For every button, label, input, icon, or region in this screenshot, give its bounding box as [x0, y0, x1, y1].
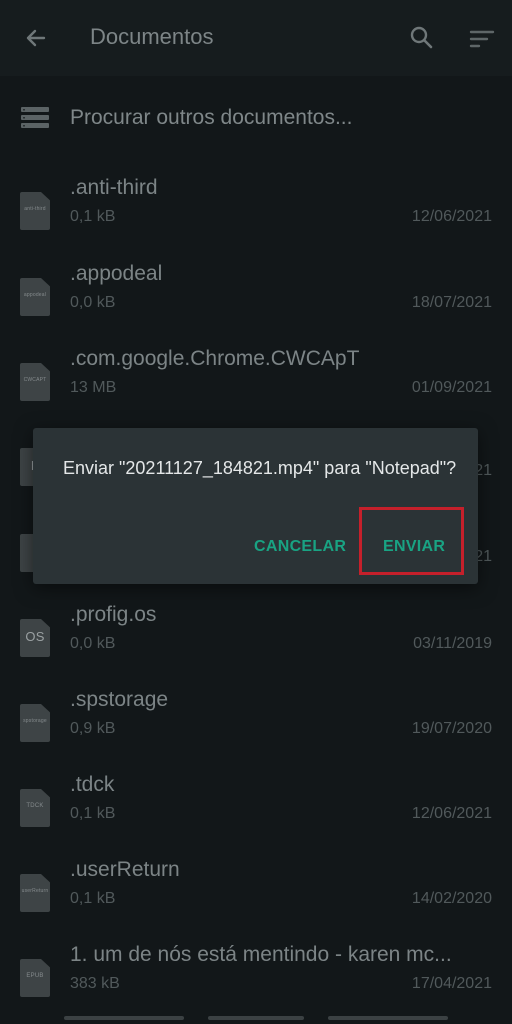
file-size: 13 MB — [70, 379, 117, 396]
file-date: 18/07/2021 — [411, 294, 492, 311]
file-row[interactable]: OS .profig.os 0,0 kB 03/11/2019 — [0, 603, 512, 688]
file-icon: spstorage — [20, 704, 50, 742]
file-size: 0,0 kB — [70, 294, 116, 311]
file-name: .anti-third — [70, 176, 158, 199]
dialog-message: Enviar "20211127_184821.mp4" para "Notep… — [63, 458, 457, 478]
file-date: 14/02/2020 — [411, 890, 492, 907]
file-date: 03/11/2019 — [413, 635, 492, 652]
file-icon: userReturn — [20, 874, 50, 912]
file-icon: CWCAPT — [20, 363, 50, 401]
file-row[interactable]: CWCAPT .com.google.Chrome.CWCApT 13 MB 0… — [0, 347, 512, 432]
page-title: Documentos — [90, 24, 214, 49]
file-name: .com.google.Chrome.CWCApT — [70, 347, 360, 370]
browse-label: Procurar outros documentos... — [70, 106, 353, 129]
file-icon: OS — [20, 619, 50, 657]
file-date: 19/07/2020 — [411, 720, 492, 737]
file-name: .spstorage — [70, 688, 169, 711]
file-size: 0,1 kB — [70, 805, 116, 822]
nav-handle — [208, 1016, 304, 1020]
app-bar: Documentos — [0, 0, 512, 76]
file-icon: TDCK — [20, 789, 50, 827]
file-date: 01/09/2021 — [411, 379, 492, 396]
file-row[interactable]: userReturn .userReturn 0,1 kB 14/02/2020 — [0, 858, 512, 943]
arrow-left-icon[interactable] — [20, 22, 52, 54]
file-row[interactable]: TDCK .tdck 0,1 kB 12/06/2021 — [0, 773, 512, 858]
file-icon: appodeal — [20, 278, 50, 316]
list-storage-icon — [21, 107, 49, 128]
file-date: 12/06/2021 — [411, 208, 492, 225]
file-row[interactable]: appodeal .appodeal 0,0 kB 18/07/2021 — [0, 262, 512, 347]
file-icon: anti-third — [20, 192, 50, 230]
file-row[interactable]: spstorage .spstorage 0,9 kB 19/07/2020 — [0, 688, 512, 773]
file-date: 12/06/2021 — [411, 805, 492, 822]
file-name: .profig.os — [70, 603, 157, 626]
file-size: 0,1 kB — [70, 208, 116, 225]
sort-icon[interactable] — [466, 24, 498, 56]
file-size: 0,9 kB — [70, 720, 116, 737]
file-date: 17/04/2021 — [411, 975, 492, 992]
cancel-button[interactable]: CANCELAR — [254, 538, 346, 556]
file-size: 0,0 kB — [70, 635, 116, 652]
file-icon: EPUB — [20, 959, 50, 997]
screen: Documentos Procurar outros documentos...… — [0, 0, 512, 1024]
search-icon[interactable] — [406, 22, 438, 54]
browse-other-documents[interactable]: Procurar outros documentos... — [0, 88, 512, 148]
file-name: 1. um de nós está mentindo - karen mc... — [70, 943, 452, 966]
file-size: 0,1 kB — [70, 890, 116, 907]
file-name: .appodeal — [70, 262, 163, 285]
navigation-bar — [0, 1012, 512, 1024]
file-name: .userReturn — [70, 858, 180, 881]
nav-handle — [328, 1016, 448, 1020]
file-name: .tdck — [70, 773, 115, 796]
nav-handle — [64, 1016, 184, 1020]
file-size: 383 kB — [70, 975, 120, 992]
highlight-box — [359, 507, 464, 575]
file-row[interactable]: anti-third .anti-third 0,1 kB 12/06/2021 — [0, 176, 512, 261]
